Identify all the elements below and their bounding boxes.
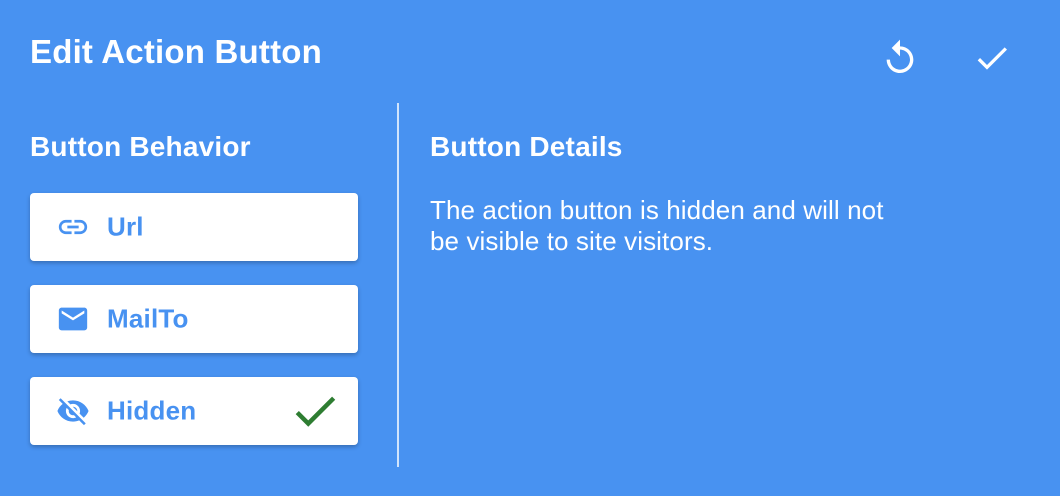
- behavior-options: Url MailTo Hidden: [30, 193, 360, 445]
- behavior-option-mailto[interactable]: MailTo: [30, 285, 358, 353]
- selected-check-icon: [288, 384, 342, 438]
- dialog-title: Edit Action Button: [30, 33, 322, 70]
- behavior-option-url[interactable]: Url: [30, 193, 358, 261]
- link-icon: [56, 210, 90, 244]
- column-divider: [397, 103, 399, 467]
- behavior-option-label: MailTo: [107, 303, 189, 334]
- reset-icon: [886, 39, 914, 73]
- mail-icon: [56, 302, 90, 336]
- header-actions: [878, 36, 1014, 80]
- button-details-section: Button Details The action button is hidd…: [430, 125, 1030, 257]
- check-icon: [977, 47, 1007, 70]
- confirm-button[interactable]: [970, 36, 1014, 80]
- behavior-option-label: Hidden: [107, 395, 197, 426]
- behavior-option-label: Url: [107, 211, 144, 242]
- button-behavior-heading: Button Behavior: [30, 131, 251, 162]
- details-description: The action button is hidden and will not…: [430, 195, 884, 256]
- button-behavior-section: Button Behavior Url MailTo Hidden: [30, 125, 360, 445]
- behavior-option-hidden[interactable]: Hidden: [30, 377, 358, 445]
- reset-button[interactable]: [878, 36, 922, 80]
- button-details-heading: Button Details: [430, 131, 623, 162]
- eye-off-icon: [56, 394, 90, 428]
